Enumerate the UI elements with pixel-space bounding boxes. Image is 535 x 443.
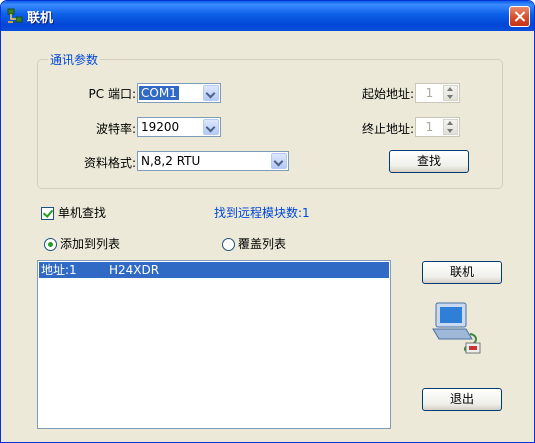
start-address-label: 起始地址: bbox=[361, 87, 414, 101]
add-to-list-label[interactable]: 添加到列表 bbox=[60, 236, 120, 252]
end-address-value: 1 bbox=[425, 120, 434, 134]
baud-select[interactable]: 19200 bbox=[137, 117, 221, 137]
module-address: 地址:1 bbox=[41, 263, 77, 277]
chevron-down-icon[interactable] bbox=[271, 153, 287, 169]
dialog-body: 通讯参数 PC 端口: COM1 波特率: 19200 资料格式: N,8,2 … bbox=[4, 31, 531, 439]
module-model: H24XDR bbox=[109, 263, 160, 277]
list-item[interactable]: 地址:1 H24XDR bbox=[39, 262, 389, 278]
end-address-spinner[interactable]: 1 bbox=[415, 117, 460, 137]
group-title: 通讯参数 bbox=[48, 51, 101, 68]
arrow-down-icon[interactable] bbox=[447, 95, 453, 99]
exit-button[interactable]: 退出 bbox=[422, 388, 502, 411]
found-status: 找到远程模块数:1 bbox=[214, 206, 310, 220]
overwrite-list-label[interactable]: 覆盖列表 bbox=[238, 236, 286, 252]
format-value: N,8,2 RTU bbox=[141, 154, 201, 168]
single-search-label[interactable]: 单机查找 bbox=[58, 205, 106, 221]
add-to-list-radio[interactable] bbox=[44, 238, 57, 251]
port-select[interactable]: COM1 bbox=[137, 83, 221, 103]
search-button[interactable]: 查找 bbox=[389, 150, 469, 173]
arrow-down-icon[interactable] bbox=[447, 129, 453, 133]
port-label: PC 端口: bbox=[88, 87, 136, 101]
module-list[interactable]: 地址:1 H24XDR bbox=[37, 260, 391, 429]
arrow-up-icon[interactable] bbox=[447, 87, 453, 91]
computer-connection-icon bbox=[432, 302, 481, 354]
window-title: 联机 bbox=[27, 11, 54, 26]
start-address-spinner[interactable]: 1 bbox=[415, 83, 460, 103]
close-button[interactable] bbox=[509, 6, 530, 27]
baud-label: 波特率: bbox=[95, 122, 136, 136]
baud-value: 19200 bbox=[141, 120, 180, 134]
spin-buttons[interactable] bbox=[443, 119, 458, 135]
connect-dialog: 联机 通讯参数 PC 端口: COM1 波特率: 19200 资料格式: N,8… bbox=[0, 0, 535, 443]
connect-button[interactable]: 联机 bbox=[422, 261, 502, 284]
overwrite-list-radio[interactable] bbox=[222, 238, 235, 251]
title-bar[interactable]: 联机 bbox=[1, 1, 534, 31]
arrow-up-icon[interactable] bbox=[447, 121, 453, 125]
port-value: COM1 bbox=[139, 86, 179, 100]
end-address-label: 终止地址: bbox=[361, 122, 414, 136]
single-search-checkbox[interactable] bbox=[41, 207, 54, 220]
spin-buttons[interactable] bbox=[443, 85, 458, 101]
start-address-value: 1 bbox=[425, 86, 434, 100]
network-icon bbox=[7, 8, 23, 23]
chevron-down-icon[interactable] bbox=[203, 85, 219, 101]
format-label: 资料格式: bbox=[83, 156, 136, 170]
format-select[interactable]: N,8,2 RTU bbox=[137, 151, 289, 171]
chevron-down-icon[interactable] bbox=[203, 119, 219, 135]
